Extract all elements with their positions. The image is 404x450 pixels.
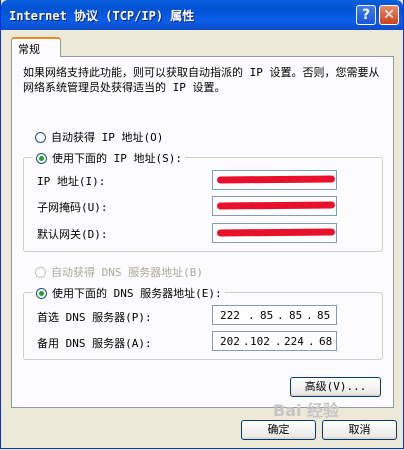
radio-auto-dns[interactable]: 自动获得 DNS 服务器地址(B)	[35, 264, 203, 280]
preferred-dns-octet-2: 85	[260, 309, 274, 322]
ip-dot: .	[248, 309, 255, 322]
radio-manual-ip-indicator[interactable]	[36, 152, 47, 164]
alternate-dns-field[interactable]: 202 . 102 . 224 . 68	[212, 331, 337, 351]
alternate-dns-octet-2: 102	[250, 335, 270, 348]
preferred-dns-label: 首选 DNS 服务器(P):	[37, 311, 152, 324]
dialog-window: Internet 协议 (TCP/IP) 属性 ? ✕ 常规 如果网络支持此功能…	[0, 0, 404, 449]
ip-dot: .	[243, 335, 250, 348]
preferred-dns-field[interactable]: 222 . 85 . 85 . 85	[212, 305, 337, 325]
ip-dot: .	[306, 309, 313, 322]
radio-manual-dns[interactable]: 使用下面的 DNS 服务器地址(E):	[33, 285, 225, 301]
alternate-dns-label: 备用 DNS 服务器(A):	[37, 337, 152, 350]
radio-manual-dns-indicator[interactable]	[36, 287, 47, 299]
ip-dot: .	[275, 335, 282, 348]
advanced-button[interactable]: 高级(V)...	[290, 377, 381, 397]
radio-auto-dns-indicator[interactable]	[35, 266, 46, 278]
radio-auto-dns-label: 自动获得 DNS 服务器地址(B)	[51, 266, 203, 279]
cancel-button[interactable]: 取消	[322, 420, 397, 440]
ip-address-field[interactable]	[212, 170, 337, 190]
watermark: Bai 经验	[273, 401, 340, 420]
ip-address-label: IP 地址(I):	[37, 175, 106, 188]
redaction-mark	[216, 201, 336, 210]
subnet-mask-field[interactable]	[212, 196, 337, 216]
tab-general[interactable]: 常规	[11, 37, 61, 57]
radio-manual-dns-label: 使用下面的 DNS 服务器地址(E):	[52, 287, 222, 300]
gateway-label: 默认网关(D):	[37, 228, 108, 241]
radio-auto-ip-label: 自动获得 IP 地址(O)	[51, 131, 164, 144]
redaction-mark	[216, 175, 336, 184]
help-button[interactable]: ?	[356, 5, 376, 25]
ok-button[interactable]: 确定	[241, 420, 316, 440]
preferred-dns-octet-1: 222	[220, 309, 240, 322]
close-button[interactable]: ✕	[379, 5, 399, 25]
alternate-dns-octet-3: 224	[284, 335, 304, 348]
ip-dot: .	[308, 335, 315, 348]
radio-manual-ip[interactable]: 使用下面的 IP 地址(S):	[33, 150, 185, 166]
redaction-mark	[216, 228, 336, 237]
gateway-field[interactable]	[212, 223, 337, 243]
title-bar[interactable]: Internet 协议 (TCP/IP) 属性 ? ✕	[1, 0, 403, 30]
alternate-dns-octet-1: 202	[220, 335, 240, 348]
preferred-dns-octet-3: 85	[289, 309, 303, 322]
radio-auto-ip[interactable]: 自动获得 IP 地址(O)	[35, 129, 163, 145]
alternate-dns-octet-4: 68	[319, 335, 333, 348]
radio-auto-ip-indicator[interactable]	[35, 131, 46, 143]
window-title: Internet 协议 (TCP/IP) 属性	[9, 9, 195, 23]
description-text: 如果网络支持此功能，则可以获取自动指派的 IP 设置。否则，您需要从网络系统管理…	[23, 66, 380, 94]
radio-manual-ip-label: 使用下面的 IP 地址(S):	[52, 152, 182, 165]
subnet-mask-label: 子网掩码(U):	[37, 201, 108, 214]
preferred-dns-octet-4: 85	[317, 309, 331, 322]
ip-dot: .	[277, 309, 284, 322]
